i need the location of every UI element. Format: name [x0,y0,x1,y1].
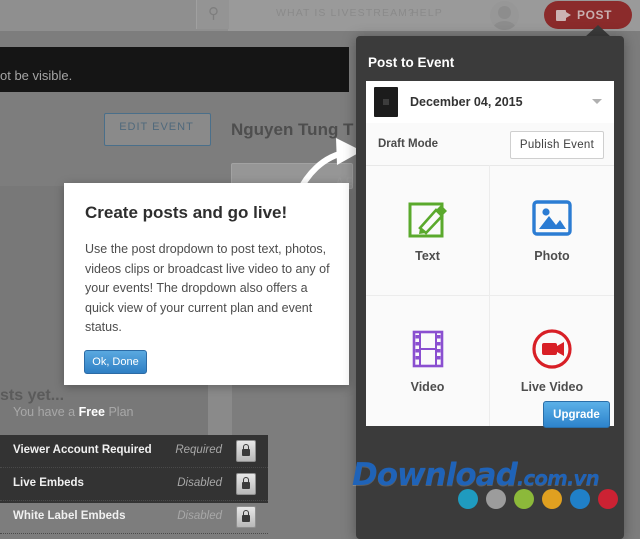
plan-suffix: Plan [105,405,134,419]
post-type-label: Photo [534,249,569,263]
plan-status-text: You have a Free Plan [13,405,133,419]
lock-icon [236,440,256,462]
edit-event-label: EDIT EVENT [104,121,209,133]
search-icon: ⚲ [205,5,222,23]
feature-name: White Label Embeds [13,510,125,522]
watermark-dot [542,489,562,509]
topbar-left-region [0,0,228,31]
chevron-down-icon [592,99,602,104]
image-icon [530,196,574,240]
feature-status: Disabled [177,477,222,489]
post-type-video[interactable]: Video [366,296,490,427]
feature-status: Disabled [177,510,222,522]
event-thumbnail [374,87,398,117]
coachmark-body: Use the post dropdown to post text, phot… [85,240,337,338]
nav-link-what-is-livestream[interactable]: WHAT IS LIVESTREAM? [276,7,415,19]
draft-mode-row: Draft Mode Publish Event [366,123,614,166]
post-type-label: Live Video [521,380,583,394]
upgrade-label: Upgrade [553,409,600,421]
feature-row: White Label Embeds Disabled [0,501,268,534]
publish-event-button[interactable]: Publish Event [510,131,604,159]
event-date-label: December 04, 2015 [410,95,523,109]
feature-name: Live Embeds [13,477,84,489]
pencil-square-icon [406,196,450,240]
plan-name: Free [79,405,105,419]
panel-title: Post to Event [368,55,454,70]
no-posts-text: sts yet... [0,387,64,405]
video-camera-icon [556,10,571,21]
watermark-dot [514,489,534,509]
panel-white-card: December 04, 2015 Draft Mode Publish Eve… [366,81,614,426]
film-strip-icon [406,327,450,371]
nav-link-help[interactable]: HELP [411,7,443,19]
post-type-label: Video [411,380,445,394]
feature-name: Viewer Account Required [13,444,152,456]
event-selector-row[interactable]: December 04, 2015 [366,81,614,124]
watermark-dot [458,489,478,509]
watermark-dot [570,489,590,509]
post-type-text[interactable]: Text [366,165,490,296]
post-type-photo[interactable]: Photo [490,165,614,296]
coachmark-title: Create posts and go live! [85,203,287,223]
page-title: Nguyen Tung T [231,120,353,140]
feature-row: Viewer Account Required Required [0,435,268,468]
avatar[interactable] [490,1,519,30]
post-type-grid: Text Photo [366,165,614,426]
watermark-dots [458,489,618,509]
plan-prefix: You have a [13,405,79,419]
watermark-dot [486,489,506,509]
ok-done-label: Ok, Done [92,356,138,368]
upgrade-button[interactable]: Upgrade [543,401,610,428]
features-list: Viewer Account Required Required Live Em… [0,435,268,503]
post-to-event-panel: Post to Event December 04, 2015 Draft Mo… [356,36,624,539]
feature-row: Live Embeds Disabled [0,468,268,501]
ok-done-button[interactable]: Ok, Done [84,350,147,374]
notice-text: ot be visible. [0,68,72,83]
publish-event-label: Publish Event [520,139,594,151]
lock-icon [236,473,256,495]
feature-status: Required [175,444,222,456]
post-button-label: POST [577,8,612,22]
lock-icon [236,506,256,528]
live-camera-icon [530,327,574,371]
post-type-label: Text [415,249,440,263]
watermark-dot [598,489,618,509]
draft-mode-label: Draft Mode [378,138,438,150]
